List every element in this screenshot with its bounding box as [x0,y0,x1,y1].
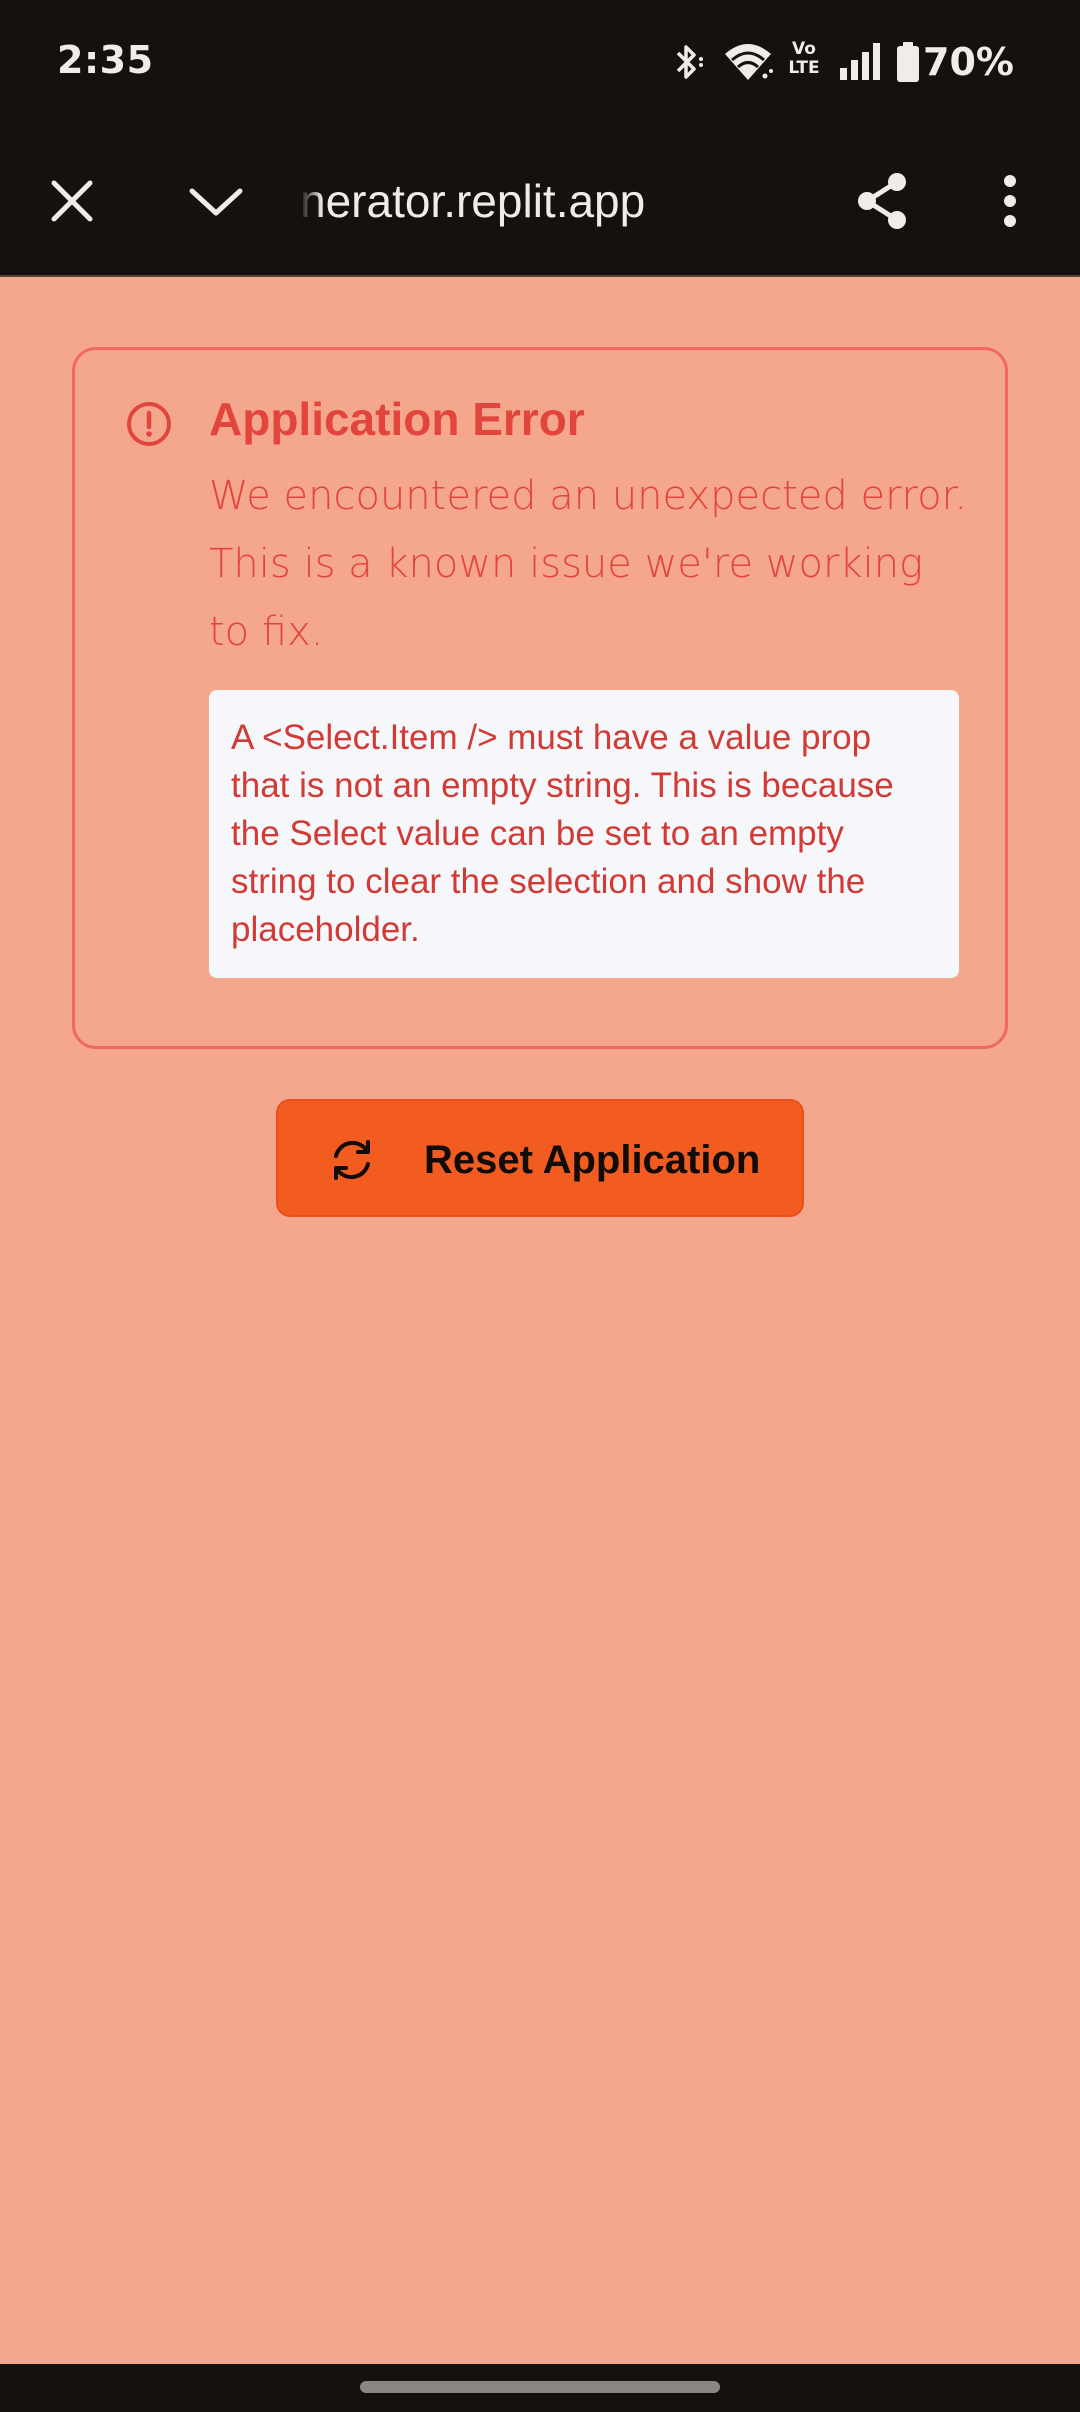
error-title: Application Error [209,393,585,445]
home-indicator[interactable] [360,2381,720,2393]
error-description: We encountered an unexpected error. This… [209,473,968,655]
share-icon [858,173,906,229]
browser-toolbar: nerator.replit.app [0,125,1080,277]
more-options-button[interactable] [980,163,1040,239]
reset-button-label: Reset Application [424,1138,761,1182]
url-text[interactable]: nerator.replit.app [300,163,820,239]
bluetooth-icon [668,40,712,84]
close-icon [51,180,93,222]
wifi-icon [722,40,774,84]
share-button[interactable] [842,159,922,243]
collapse-button[interactable] [176,163,256,239]
status-time: 2:35 [57,38,154,82]
more-vert-icon [1004,175,1016,227]
error-card: Application Error We encountered an unex… [72,347,1008,1049]
reset-application-button[interactable]: Reset Application [276,1099,804,1217]
battery-icon [894,40,922,84]
navigation-bar [0,2364,1080,2412]
error-detail: A <Select.Item /> must have a value prop… [209,690,959,978]
alert-circle-icon [125,400,173,448]
signal-icon [838,40,886,84]
volte-icon: Vo LTE [788,39,820,78]
status-bar: 2:35 Vo LTE 70% [0,0,1080,125]
status-icons: Vo LTE [660,0,1080,125]
close-button[interactable] [32,163,112,239]
refresh-icon [328,1136,376,1184]
chevron-down-icon [189,188,243,216]
battery-percentage: 70% [923,40,1014,84]
